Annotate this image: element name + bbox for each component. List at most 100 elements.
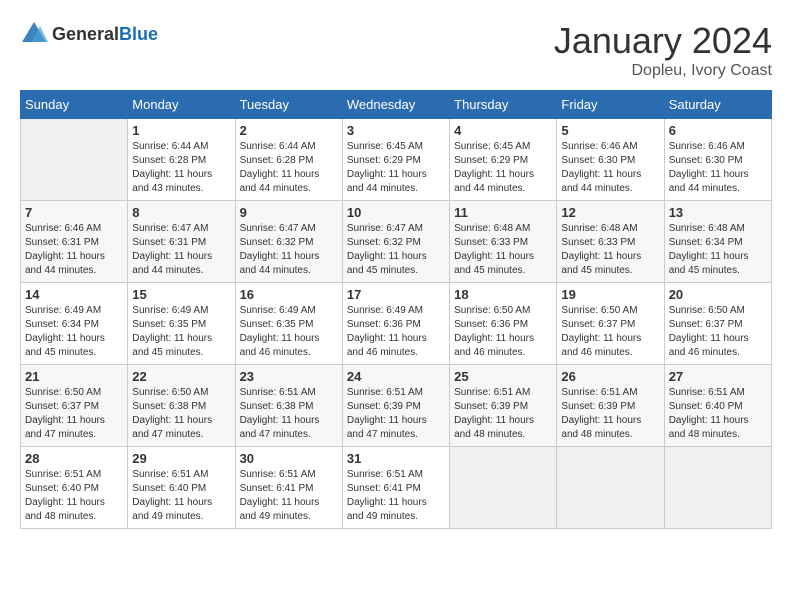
week-row-3: 14 Sunrise: 6:49 AMSunset: 6:34 PMDayligh… [21,283,772,365]
cell-w2-d4: 10 Sunrise: 6:47 AMSunset: 6:32 PMDayligh… [342,201,449,283]
day-info: Sunrise: 6:51 AMSunset: 6:39 PMDaylight:… [561,386,659,442]
day-info: Sunrise: 6:47 AMSunset: 6:32 PMDaylight:… [240,222,338,278]
header-thursday: Thursday [450,91,557,119]
day-number: 12 [561,205,659,220]
day-info: Sunrise: 6:51 AMSunset: 6:41 PMDaylight:… [347,468,445,524]
day-number: 25 [454,369,552,384]
cell-w2-d3: 9 Sunrise: 6:47 AMSunset: 6:32 PMDaylight… [235,201,342,283]
cell-w3-d6: 19Sunrise: 6:50 AMSunset: 6:37 PMDayligh… [557,283,664,365]
day-info: Sunrise: 6:51 AMSunset: 6:41 PMDaylight:… [240,468,338,524]
day-number: 9 [240,205,338,220]
day-info: Sunrise: 6:47 AMSunset: 6:32 PMDaylight:… [347,222,445,278]
day-info: Sunrise: 6:44 AMSunset: 6:28 PMDaylight:… [132,140,230,196]
header-saturday: Saturday [664,91,771,119]
cell-w1-d7: 6Sunrise: 6:46 AMSunset: 6:30 PMDaylight… [664,119,771,201]
logo-icon [20,20,48,48]
day-number: 3 [347,123,445,138]
header-tuesday: Tuesday [235,91,342,119]
week-row-4: 21Sunrise: 6:50 AMSunset: 6:37 PMDayligh… [21,365,772,447]
cell-w2-d5: 11 Sunrise: 6:48 AMSunset: 6:33 PMDayligh… [450,201,557,283]
day-number: 2 [240,123,338,138]
day-info: Sunrise: 6:50 AMSunset: 6:36 PMDaylight:… [454,304,552,360]
cell-w3-d1: 14 Sunrise: 6:49 AMSunset: 6:34 PMDayligh… [21,283,128,365]
cell-w4-d1: 21Sunrise: 6:50 AMSunset: 6:37 PMDayligh… [21,365,128,447]
day-info: Sunrise: 6:50 AMSunset: 6:38 PMDaylight:… [132,386,230,442]
title-block: January 2024 Dopleu, Ivory Coast [554,20,772,80]
day-number: 23 [240,369,338,384]
day-number: 26 [561,369,659,384]
week-row-5: 28 Sunrise: 6:51 AMSunset: 6:40 PMDayligh… [21,447,772,529]
location-subtitle: Dopleu, Ivory Coast [554,62,772,80]
day-number: 21 [25,369,123,384]
cell-w1-d1 [21,119,128,201]
cell-w3-d7: 20 Sunrise: 6:50 AMSunset: 6:37 PMDayligh… [664,283,771,365]
day-info: Sunrise: 6:49 AMSunset: 6:35 PMDaylight:… [240,304,338,360]
day-info: Sunrise: 6:51 AMSunset: 6:38 PMDaylight:… [240,386,338,442]
cell-w3-d2: 15Sunrise: 6:49 AMSunset: 6:35 PMDayligh… [128,283,235,365]
day-info: Sunrise: 6:51 AMSunset: 6:40 PMDaylight:… [669,386,767,442]
cell-w4-d3: 23 Sunrise: 6:51 AMSunset: 6:38 PMDayligh… [235,365,342,447]
weekday-header-row: Sunday Monday Tuesday Wednesday Thursday… [21,91,772,119]
day-number: 10 [347,205,445,220]
week-row-2: 7 Sunrise: 6:46 AMSunset: 6:31 PMDaylight… [21,201,772,283]
header-monday: Monday [128,91,235,119]
cell-w4-d5: 25Sunrise: 6:51 AMSunset: 6:39 PMDayligh… [450,365,557,447]
day-number: 5 [561,123,659,138]
day-number: 7 [25,205,123,220]
day-number: 1 [132,123,230,138]
day-info: Sunrise: 6:50 AMSunset: 6:37 PMDaylight:… [561,304,659,360]
day-number: 22 [132,369,230,384]
header-sunday: Sunday [21,91,128,119]
day-info: Sunrise: 6:44 AMSunset: 6:28 PMDaylight:… [240,140,338,196]
day-number: 24 [347,369,445,384]
cell-w1-d6: 5 Sunrise: 6:46 AMSunset: 6:30 PMDaylight… [557,119,664,201]
day-info: Sunrise: 6:45 AMSunset: 6:29 PMDaylight:… [347,140,445,196]
day-info: Sunrise: 6:49 AMSunset: 6:34 PMDaylight:… [25,304,123,360]
cell-w2-d7: 13Sunrise: 6:48 AMSunset: 6:34 PMDayligh… [664,201,771,283]
day-number: 13 [669,205,767,220]
day-number: 8 [132,205,230,220]
day-info: Sunrise: 6:51 AMSunset: 6:40 PMDaylight:… [132,468,230,524]
day-number: 30 [240,451,338,466]
cell-w3-d5: 18 Sunrise: 6:50 AMSunset: 6:36 PMDayligh… [450,283,557,365]
day-info: Sunrise: 6:51 AMSunset: 6:40 PMDaylight:… [25,468,123,524]
day-info: Sunrise: 6:46 AMSunset: 6:30 PMDaylight:… [561,140,659,196]
logo-blue-text: Blue [119,24,158,44]
header-wednesday: Wednesday [342,91,449,119]
day-info: Sunrise: 6:47 AMSunset: 6:31 PMDaylight:… [132,222,230,278]
day-number: 11 [454,205,552,220]
cell-w1-d2: 1 Sunrise: 6:44 AMSunset: 6:28 PMDaylight… [128,119,235,201]
day-number: 4 [454,123,552,138]
day-info: Sunrise: 6:48 AMSunset: 6:33 PMDaylight:… [561,222,659,278]
day-number: 17 [347,287,445,302]
day-number: 31 [347,451,445,466]
day-number: 16 [240,287,338,302]
cell-w5-d6 [557,447,664,529]
day-info: Sunrise: 6:46 AMSunset: 6:30 PMDaylight:… [669,140,767,196]
logo: GeneralBlue [20,20,158,48]
cell-w5-d3: 30 Sunrise: 6:51 AMSunset: 6:41 PMDayligh… [235,447,342,529]
cell-w2-d6: 12 Sunrise: 6:48 AMSunset: 6:33 PMDayligh… [557,201,664,283]
day-info: Sunrise: 6:46 AMSunset: 6:31 PMDaylight:… [25,222,123,278]
cell-w5-d1: 28 Sunrise: 6:51 AMSunset: 6:40 PMDayligh… [21,447,128,529]
day-info: Sunrise: 6:50 AMSunset: 6:37 PMDaylight:… [669,304,767,360]
day-number: 18 [454,287,552,302]
day-number: 28 [25,451,123,466]
cell-w2-d2: 8 Sunrise: 6:47 AMSunset: 6:31 PMDaylight… [128,201,235,283]
day-number: 15 [132,287,230,302]
day-number: 14 [25,287,123,302]
day-number: 20 [669,287,767,302]
day-info: Sunrise: 6:45 AMSunset: 6:29 PMDaylight:… [454,140,552,196]
cell-w5-d5 [450,447,557,529]
cell-w5-d2: 29 Sunrise: 6:51 AMSunset: 6:40 PMDayligh… [128,447,235,529]
week-row-1: 1 Sunrise: 6:44 AMSunset: 6:28 PMDaylight… [21,119,772,201]
month-title: January 2024 [554,20,772,62]
day-info: Sunrise: 6:48 AMSunset: 6:33 PMDaylight:… [454,222,552,278]
cell-w5-d4: 31 Sunrise: 6:51 AMSunset: 6:41 PMDayligh… [342,447,449,529]
cell-w2-d1: 7 Sunrise: 6:46 AMSunset: 6:31 PMDaylight… [21,201,128,283]
cell-w4-d4: 24Sunrise: 6:51 AMSunset: 6:39 PMDayligh… [342,365,449,447]
cell-w3-d4: 17Sunrise: 6:49 AMSunset: 6:36 PMDayligh… [342,283,449,365]
logo-general-text: General [52,24,119,44]
cell-w4-d6: 26 Sunrise: 6:51 AMSunset: 6:39 PMDayligh… [557,365,664,447]
day-number: 29 [132,451,230,466]
